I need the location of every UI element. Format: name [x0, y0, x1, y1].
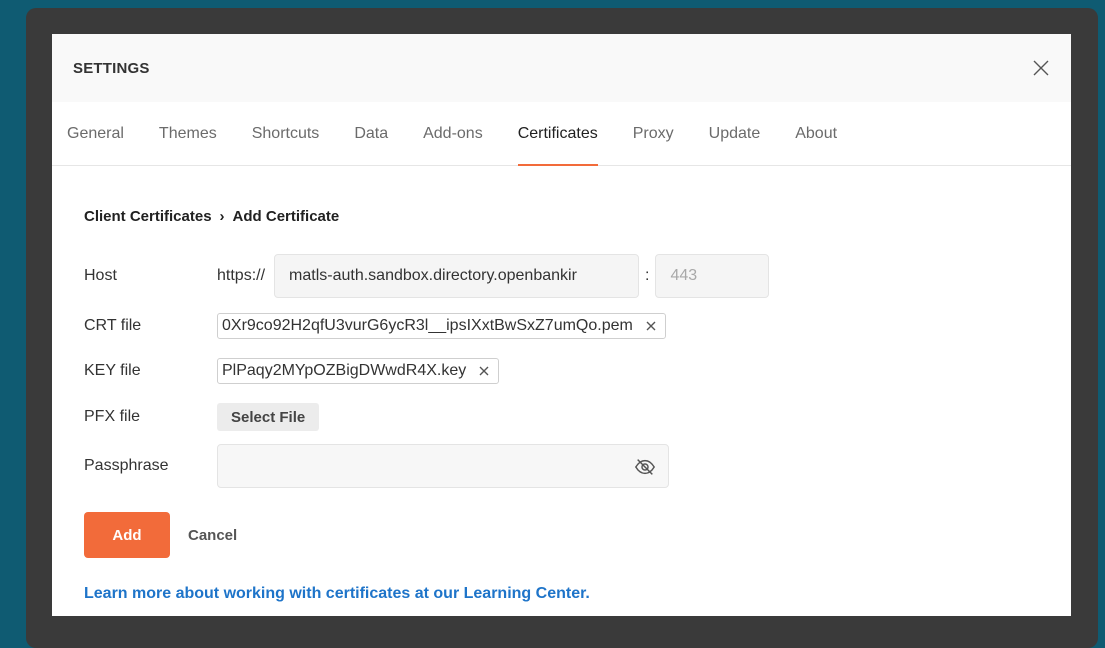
select-file-button[interactable]: Select File — [217, 403, 320, 431]
tab-general[interactable]: General — [67, 102, 124, 165]
tab-about[interactable]: About — [795, 102, 837, 165]
port-separator: : — [645, 267, 650, 284]
tab-proxy[interactable]: Proxy — [633, 102, 674, 165]
tab-data[interactable]: Data — [354, 102, 388, 165]
crt-row: CRT file 0Xr9co92H2qfU3vurG6ycR3l__ipsIX… — [84, 313, 666, 339]
host-input[interactable]: matls-auth.sandbox.directory.openbankir — [274, 254, 640, 298]
passphrase-label: Passphrase — [84, 457, 169, 474]
eye-off-icon[interactable] — [634, 456, 656, 478]
tab-certificates[interactable]: Certificates — [517, 102, 598, 166]
breadcrumb-current: Add Certificate — [232, 207, 340, 225]
close-icon — [646, 321, 656, 331]
breadcrumb: Client Certificates › Add Certificate — [84, 206, 1039, 226]
host-protocol-prefix: https:// — [217, 267, 266, 284]
key-row: KEY file PlPaqy2MYpOZBigDWwdR4X.key — [84, 358, 500, 384]
key-label: KEY file — [84, 362, 141, 379]
tab-themes[interactable]: Themes — [159, 102, 217, 165]
key-file-name: PlPaqy2MYpOZBigDWwdR4X.key — [222, 362, 467, 379]
add-button[interactable]: Add — [84, 512, 170, 558]
breadcrumb-parent[interactable]: Client Certificates — [84, 208, 212, 225]
host-label: Host — [84, 267, 117, 284]
close-icon — [479, 366, 489, 376]
crt-file-name: 0Xr9co92H2qfU3vurG6ycR3l__ipsIXxtBwSxZ7u… — [222, 317, 633, 334]
key-file-chip: PlPaqy2MYpOZBigDWwdR4X.key — [217, 358, 500, 384]
settings-tabs: General Themes Shortcuts Data Add-ons Ce… — [52, 102, 1071, 166]
dialog-title: SETTINGS — [73, 59, 150, 77]
tab-update[interactable]: Update — [709, 102, 761, 165]
cancel-button[interactable]: Cancel — [188, 527, 237, 544]
remove-crt-button[interactable] — [645, 320, 657, 332]
close-icon — [1033, 60, 1049, 76]
port-input[interactable]: 443 — [655, 254, 770, 298]
host-input-value: matls-auth.sandbox.directory.openbankir — [289, 267, 577, 284]
passphrase-input[interactable] — [217, 444, 669, 488]
settings-dialog: SETTINGS General Themes Shortcuts Data A… — [52, 34, 1071, 616]
host-row: Host https:// matls-auth.sandbox.directo… — [84, 254, 770, 298]
pfx-label: PFX file — [84, 408, 141, 425]
breadcrumb-separator: › — [219, 207, 225, 225]
tab-shortcuts[interactable]: Shortcuts — [252, 102, 320, 165]
crt-file-chip: 0Xr9co92H2qfU3vurG6ycR3l__ipsIXxtBwSxZ7u… — [217, 313, 666, 339]
dialog-header: SETTINGS — [52, 34, 1071, 102]
tab-add-ons[interactable]: Add-ons — [423, 102, 483, 165]
remove-key-button[interactable] — [478, 365, 490, 377]
crt-label: CRT file — [84, 317, 142, 334]
port-placeholder: 443 — [670, 267, 698, 284]
close-button[interactable] — [1031, 58, 1051, 78]
form-actions: Add Cancel — [84, 512, 237, 558]
pfx-row: PFX file Select File — [84, 403, 320, 431]
learning-center-link[interactable]: Learn more about working with certificat… — [84, 585, 590, 603]
passphrase-row: Passphrase — [84, 444, 669, 488]
